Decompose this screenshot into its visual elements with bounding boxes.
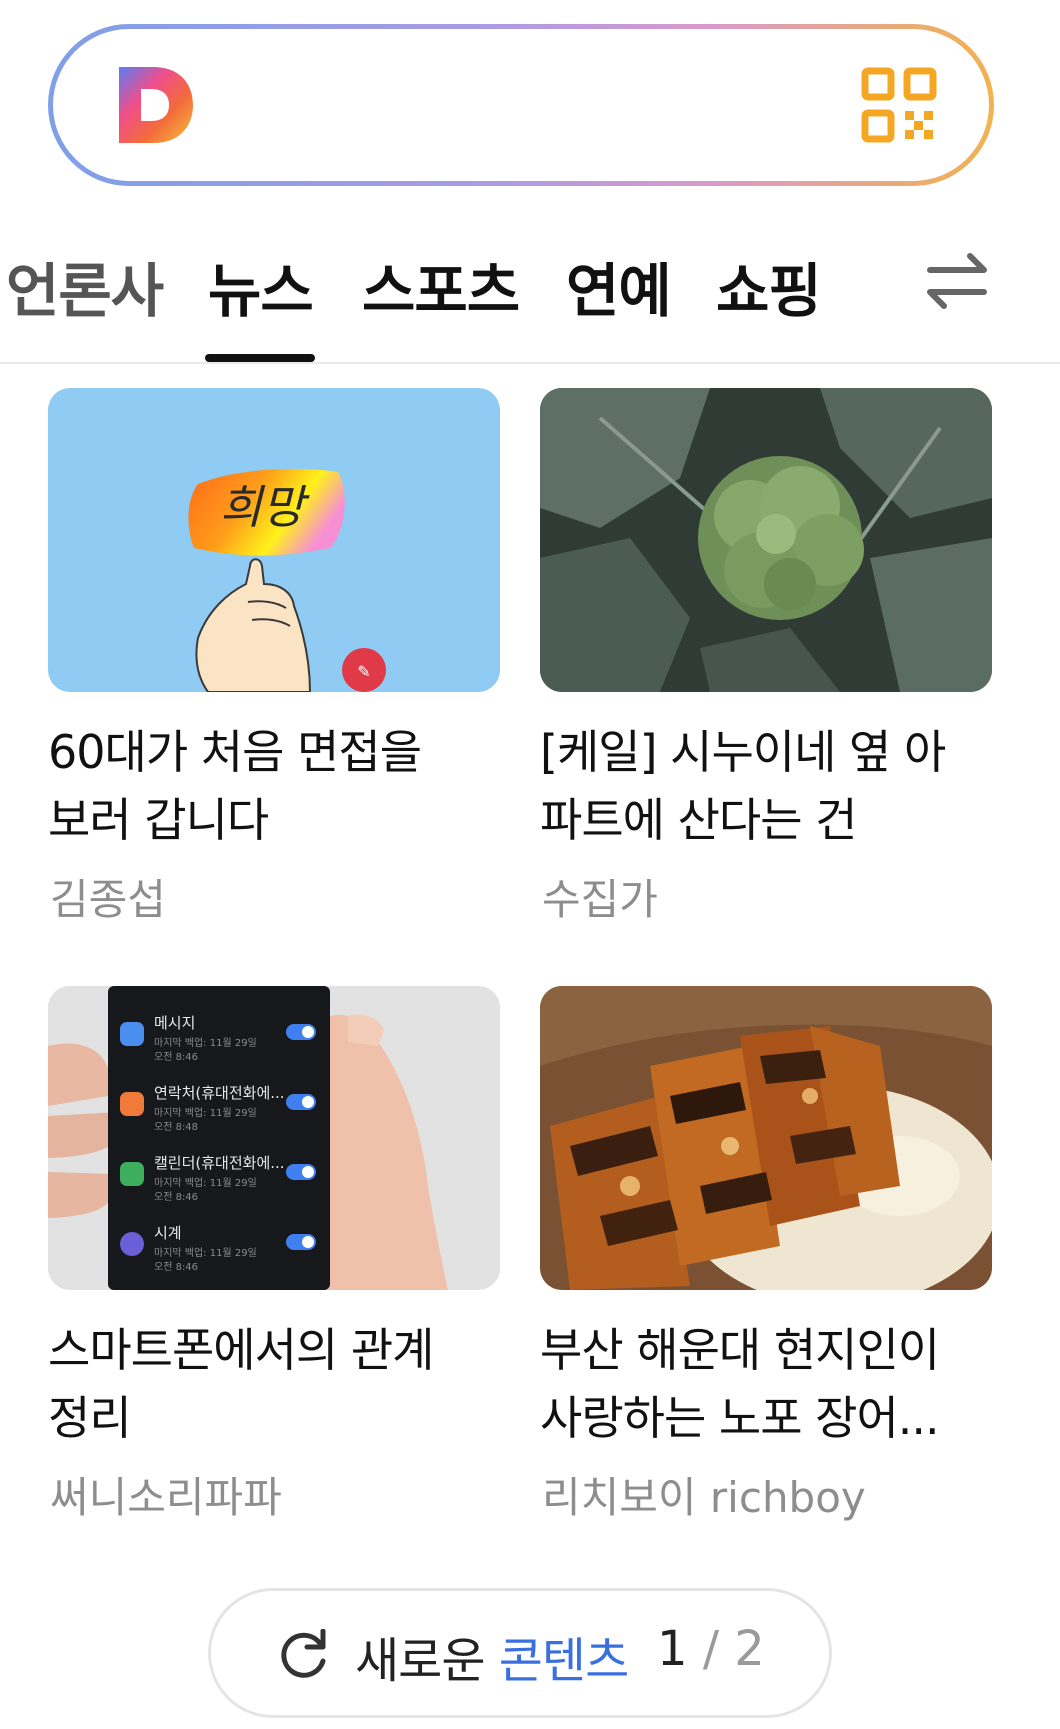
card-title-line: 파트에 산다는 건 <box>540 793 857 847</box>
svg-text:✎: ✎ <box>357 662 370 681</box>
tab-media[interactable]: 언론사 <box>6 244 164 328</box>
list-item: 연락처(휴대전화에... 마지막 백업: 11월 29일 오전 8:48 <box>120 1074 320 1144</box>
news-card[interactable]: 부산 해운대 현지인이 사랑하는 노포 장어... 리치보이 richboy <box>540 986 992 1526</box>
card-title-line: 정리 <box>48 1391 132 1445</box>
tab-entertainment[interactable]: 연예 <box>566 244 672 328</box>
phone-backup-list: 메시지 마지막 백업: 11월 29일 오전 8:46 연락처(휴대전화에...… <box>120 1004 320 1284</box>
qr-code-icon[interactable] <box>861 67 937 143</box>
hope-calligraphy: 희망 <box>220 480 310 534</box>
app-name: 메시지 <box>154 1014 196 1032</box>
refresh-label-accent: 콘텐츠 <box>498 1633 629 1689</box>
card-title: 60대가 처음 면접을 보러 갑니다 <box>48 718 500 854</box>
app-name: 연락처(휴대전화에... <box>154 1084 285 1102</box>
app-name: 캘린더(휴대전화에... <box>154 1154 285 1172</box>
news-card[interactable]: [케일] 시누이네 옆 아 파트에 산다는 건 수집가 <box>540 388 992 928</box>
app-meta: 마지막 백업: 11월 29일 <box>154 1038 257 1049</box>
app-name: 시계 <box>154 1224 182 1242</box>
contacts-app-icon <box>120 1092 144 1116</box>
page-separator: / <box>702 1621 719 1677</box>
refresh-icon <box>281 1629 326 1678</box>
card-title-line: 부산 해운대 현지인이 <box>540 1323 940 1377</box>
card-source: 김종섭 <box>50 875 166 924</box>
toggle-knob <box>302 1166 314 1178</box>
app-time: 오전 8:46 <box>154 1052 199 1063</box>
tab-shopping[interactable]: 쇼핑 <box>716 244 822 328</box>
card-thumbnail <box>540 388 992 692</box>
search-bar[interactable] <box>48 24 994 186</box>
card-thumbnail: 메시지 마지막 백업: 11월 29일 오전 8:46 연락처(휴대전화에...… <box>48 986 500 1290</box>
toggle-knob <box>302 1096 314 1108</box>
current-page: 1 <box>657 1621 688 1677</box>
total-pages: 2 <box>734 1621 765 1677</box>
card-source: 수집가 <box>542 875 658 924</box>
card-title-line: [케일] 시누이네 옆 아 <box>540 725 946 779</box>
news-card[interactable]: 희망 ✎ 60대가 처음 면접을 보러 갑니다 김종섭 <box>48 388 500 928</box>
category-tabs: 언론사 뉴스 스포츠 연예 쇼핑 <box>0 230 1060 364</box>
card-source: 리치보이 richboy <box>542 1473 866 1522</box>
tab-sports[interactable]: 스포츠 <box>362 244 520 328</box>
news-card[interactable]: 메시지 마지막 백업: 11월 29일 오전 8:46 연락처(휴대전화에...… <box>48 986 500 1526</box>
card-title: 부산 해운대 현지인이 사랑하는 노포 장어... <box>540 1316 992 1452</box>
app-time: 오전 8:46 <box>154 1262 199 1273</box>
app-meta: 마지막 백업: 11월 29일 <box>154 1248 257 1259</box>
app-meta: 마지막 백업: 11월 29일 <box>154 1108 257 1119</box>
swap-arrows-icon[interactable] <box>922 246 992 316</box>
card-title-line: 사랑하는 노포 장어... <box>540 1391 940 1445</box>
active-tab-indicator <box>205 354 315 362</box>
card-thumbnail: 희망 ✎ <box>48 388 500 692</box>
clock-app-icon <box>120 1232 144 1256</box>
tab-news[interactable]: 뉴스 <box>208 244 314 328</box>
list-item: 캘린더(휴대전화에... 마지막 백업: 11월 29일 오전 8:46 <box>120 1144 320 1214</box>
card-thumbnail <box>540 986 992 1290</box>
calendar-app-icon <box>120 1162 144 1186</box>
list-item: 시계 마지막 백업: 11월 29일 오전 8:46 <box>120 1214 320 1284</box>
toggle-knob <box>302 1026 314 1038</box>
refresh-label: 새로운 콘텐츠 <box>355 1621 629 1691</box>
card-title-line: 스마트폰에서의 관계 <box>48 1323 435 1377</box>
app-meta: 마지막 백업: 11월 29일 <box>154 1178 257 1189</box>
card-title: 스마트폰에서의 관계 정리 <box>48 1316 500 1452</box>
page-indicator: 1 / 2 <box>657 1621 765 1677</box>
toggle-knob <box>302 1236 314 1248</box>
daum-logo <box>119 67 193 143</box>
refresh-content-button[interactable]: 새로운 콘텐츠 1 / 2 <box>208 1588 832 1718</box>
card-source: 써니소리파파 <box>50 1473 282 1522</box>
card-title: [케일] 시누이네 옆 아 파트에 산다는 건 <box>540 718 992 854</box>
refresh-label-prefix: 새로운 <box>355 1633 485 1689</box>
card-title-line: 60대가 처음 면접을 <box>48 725 422 779</box>
card-title-line: 보러 갑니다 <box>48 793 269 847</box>
list-item: 메시지 마지막 백업: 11월 29일 오전 8:46 <box>120 1004 320 1074</box>
app-time: 오전 8:46 <box>154 1192 199 1203</box>
app-time: 오전 8:48 <box>154 1122 199 1133</box>
message-app-icon <box>120 1022 144 1046</box>
